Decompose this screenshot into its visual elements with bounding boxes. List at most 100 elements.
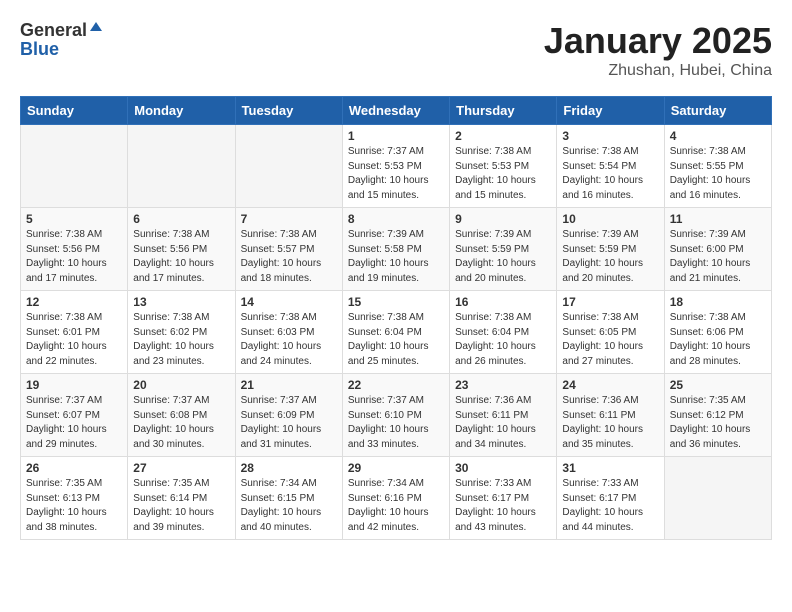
week-row-4: 19Sunrise: 7:37 AM Sunset: 6:07 PM Dayli… — [21, 374, 772, 457]
day-info: Sunrise: 7:38 AM Sunset: 5:54 PM Dayligh… — [562, 145, 658, 203]
day-cell: 21 Sunrise: 7:37 AM Sunset: 6:09 PM Dayli… — [235, 374, 342, 457]
day-info: Sunrise: 7:38 AM Sunset: 5:56 PM Dayligh… — [133, 228, 229, 286]
day-number: 26 — [26, 461, 122, 475]
day-info: Sunrise: 7:35 AM Sunset: 6:12 PM Dayligh… — [670, 394, 766, 452]
day-number: 15 — [348, 295, 444, 309]
day-cell: 12Sunrise: 7:38 AM Sunset: 6:01 PM Dayli… — [21, 291, 128, 374]
day-cell: 17Sunrise: 7:38 AM Sunset: 6:05 PM Dayli… — [557, 291, 664, 374]
weekday-header-sunday: Sunday — [21, 97, 128, 125]
logo-general-text: General — [20, 20, 87, 41]
day-info: Sunrise: 7:34 AM Sunset: 6:15 PM Dayligh… — [241, 477, 337, 535]
day-number: 5 — [26, 212, 122, 226]
day-cell: 5 Sunrise: 7:38 AM Sunset: 5:56 PM Daylig… — [21, 208, 128, 291]
day-cell: 10Sunrise: 7:39 AM Sunset: 5:59 PM Dayli… — [557, 208, 664, 291]
day-info: Sunrise: 7:38 AM Sunset: 6:03 PM Dayligh… — [241, 311, 337, 369]
day-cell: 2 Sunrise: 7:38 AM Sunset: 5:53 PM Daylig… — [450, 125, 557, 208]
day-cell: 20Sunrise: 7:37 AM Sunset: 6:08 PM Dayli… — [128, 374, 235, 457]
day-cell: 27 Sunrise: 7:35 AM Sunset: 6:14 PM Dayli… — [128, 457, 235, 540]
day-info: Sunrise: 7:33 AM Sunset: 6:17 PM Dayligh… — [455, 477, 551, 535]
day-number: 9 — [455, 212, 551, 226]
day-info: Sunrise: 7:34 AM Sunset: 6:16 PM Dayligh… — [348, 477, 444, 535]
day-cell: 23Sunrise: 7:36 AM Sunset: 6:11 PM Dayli… — [450, 374, 557, 457]
day-cell: 15 Sunrise: 7:38 AM Sunset: 6:04 PM Dayli… — [342, 291, 449, 374]
day-info: Sunrise: 7:37 AM Sunset: 6:09 PM Dayligh… — [241, 394, 337, 452]
day-info: Sunrise: 7:39 AM Sunset: 6:00 PM Dayligh… — [670, 228, 766, 286]
day-info: Sunrise: 7:38 AM Sunset: 6:04 PM Dayligh… — [348, 311, 444, 369]
weekday-header-friday: Friday — [557, 97, 664, 125]
weekday-header-saturday: Saturday — [664, 97, 771, 125]
day-number: 29 — [348, 461, 444, 475]
day-number: 13 — [133, 295, 229, 309]
day-cell: 30Sunrise: 7:33 AM Sunset: 6:17 PM Dayli… — [450, 457, 557, 540]
day-info: Sunrise: 7:38 AM Sunset: 5:56 PM Dayligh… — [26, 228, 122, 286]
day-cell: 18 Sunrise: 7:38 AM Sunset: 6:06 PM Dayli… — [664, 291, 771, 374]
day-cell — [21, 125, 128, 208]
day-number: 28 — [241, 461, 337, 475]
day-number: 31 — [562, 461, 658, 475]
day-number: 11 — [670, 212, 766, 226]
day-cell: 13 Sunrise: 7:38 AM Sunset: 6:02 PM Dayli… — [128, 291, 235, 374]
day-number: 7 — [241, 212, 337, 226]
day-cell: 3 Sunrise: 7:38 AM Sunset: 5:54 PM Daylig… — [557, 125, 664, 208]
day-cell: 7 Sunrise: 7:38 AM Sunset: 5:57 PM Daylig… — [235, 208, 342, 291]
day-number: 21 — [241, 378, 337, 392]
logo-blue-text: Blue — [20, 39, 103, 60]
day-cell: 31Sunrise: 7:33 AM Sunset: 6:17 PM Dayli… — [557, 457, 664, 540]
day-number: 12 — [26, 295, 122, 309]
day-number: 2 — [455, 129, 551, 143]
day-cell: 4Sunrise: 7:38 AM Sunset: 5:55 PM Daylig… — [664, 125, 771, 208]
week-row-1: 1 Sunrise: 7:37 AM Sunset: 5:53 PM Daylig… — [21, 125, 772, 208]
week-row-5: 26 Sunrise: 7:35 AM Sunset: 6:13 PM Dayli… — [21, 457, 772, 540]
week-row-3: 12Sunrise: 7:38 AM Sunset: 6:01 PM Dayli… — [21, 291, 772, 374]
day-info: Sunrise: 7:39 AM Sunset: 5:59 PM Dayligh… — [562, 228, 658, 286]
week-row-2: 5 Sunrise: 7:38 AM Sunset: 5:56 PM Daylig… — [21, 208, 772, 291]
day-info: Sunrise: 7:37 AM Sunset: 6:08 PM Dayligh… — [133, 394, 229, 452]
day-number: 24 — [562, 378, 658, 392]
weekday-header-tuesday: Tuesday — [235, 97, 342, 125]
logo-arrow-icon — [89, 21, 103, 40]
title-block: January 2025 Zhushan, Hubei, China — [544, 20, 772, 80]
day-info: Sunrise: 7:38 AM Sunset: 6:05 PM Dayligh… — [562, 311, 658, 369]
day-cell: 19Sunrise: 7:37 AM Sunset: 6:07 PM Dayli… — [21, 374, 128, 457]
day-info: Sunrise: 7:38 AM Sunset: 5:57 PM Dayligh… — [241, 228, 337, 286]
day-number: 1 — [348, 129, 444, 143]
day-info: Sunrise: 7:35 AM Sunset: 6:13 PM Dayligh… — [26, 477, 122, 535]
day-number: 8 — [348, 212, 444, 226]
day-cell: 26 Sunrise: 7:35 AM Sunset: 6:13 PM Dayli… — [21, 457, 128, 540]
day-cell: 22 Sunrise: 7:37 AM Sunset: 6:10 PM Dayli… — [342, 374, 449, 457]
day-number: 22 — [348, 378, 444, 392]
day-info: Sunrise: 7:38 AM Sunset: 6:06 PM Dayligh… — [670, 311, 766, 369]
day-info: Sunrise: 7:38 AM Sunset: 6:02 PM Dayligh… — [133, 311, 229, 369]
day-info: Sunrise: 7:37 AM Sunset: 5:53 PM Dayligh… — [348, 145, 444, 203]
day-number: 19 — [26, 378, 122, 392]
day-info: Sunrise: 7:37 AM Sunset: 6:10 PM Dayligh… — [348, 394, 444, 452]
day-number: 27 — [133, 461, 229, 475]
logo: General Blue — [20, 20, 103, 60]
weekday-header-row: SundayMondayTuesdayWednesdayThursdayFrid… — [21, 97, 772, 125]
weekday-header-thursday: Thursday — [450, 97, 557, 125]
weekday-header-wednesday: Wednesday — [342, 97, 449, 125]
day-cell: 29 Sunrise: 7:34 AM Sunset: 6:16 PM Dayli… — [342, 457, 449, 540]
day-cell — [128, 125, 235, 208]
day-cell: 24Sunrise: 7:36 AM Sunset: 6:11 PM Dayli… — [557, 374, 664, 457]
day-info: Sunrise: 7:38 AM Sunset: 5:55 PM Dayligh… — [670, 145, 766, 203]
day-info: Sunrise: 7:35 AM Sunset: 6:14 PM Dayligh… — [133, 477, 229, 535]
day-number: 25 — [670, 378, 766, 392]
day-cell: 25 Sunrise: 7:35 AM Sunset: 6:12 PM Dayli… — [664, 374, 771, 457]
calendar-table: SundayMondayTuesdayWednesdayThursdayFrid… — [20, 96, 772, 540]
day-number: 14 — [241, 295, 337, 309]
day-cell: 14 Sunrise: 7:38 AM Sunset: 6:03 PM Dayli… — [235, 291, 342, 374]
day-cell: 28 Sunrise: 7:34 AM Sunset: 6:15 PM Dayli… — [235, 457, 342, 540]
day-cell: 8 Sunrise: 7:39 AM Sunset: 5:58 PM Daylig… — [342, 208, 449, 291]
day-info: Sunrise: 7:38 AM Sunset: 5:53 PM Dayligh… — [455, 145, 551, 203]
day-number: 3 — [562, 129, 658, 143]
day-number: 18 — [670, 295, 766, 309]
day-number: 23 — [455, 378, 551, 392]
day-cell: 9Sunrise: 7:39 AM Sunset: 5:59 PM Daylig… — [450, 208, 557, 291]
day-number: 6 — [133, 212, 229, 226]
calendar-subtitle: Zhushan, Hubei, China — [544, 62, 772, 80]
weekday-header-monday: Monday — [128, 97, 235, 125]
day-cell: 16Sunrise: 7:38 AM Sunset: 6:04 PM Dayli… — [450, 291, 557, 374]
calendar-title: January 2025 — [544, 20, 772, 62]
day-info: Sunrise: 7:39 AM Sunset: 5:58 PM Dayligh… — [348, 228, 444, 286]
